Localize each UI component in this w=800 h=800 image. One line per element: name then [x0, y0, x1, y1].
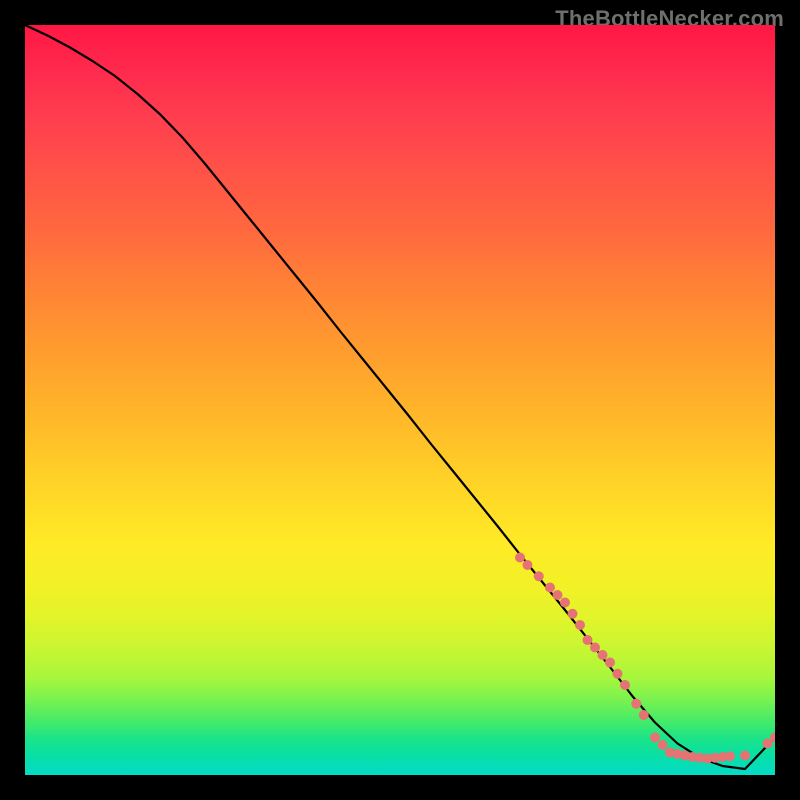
chart-marker — [605, 658, 615, 668]
chart-marker — [560, 598, 570, 608]
chart-marker — [639, 710, 649, 720]
chart-marker — [590, 643, 600, 653]
chart-marker — [568, 609, 578, 619]
chart-curve — [25, 25, 775, 769]
chart-marker — [598, 650, 608, 660]
chart-marker — [613, 669, 623, 679]
chart-marker — [523, 560, 533, 570]
chart-marker — [740, 751, 750, 761]
chart-marker — [725, 751, 735, 761]
chart-marker — [650, 733, 660, 743]
chart-marker — [575, 620, 585, 630]
chart-markers — [515, 553, 775, 764]
chart-marker — [545, 583, 555, 593]
chart-marker — [631, 699, 641, 709]
chart-marker — [583, 635, 593, 645]
chart-marker — [658, 740, 668, 750]
chart-marker — [553, 590, 563, 600]
chart-marker — [620, 680, 630, 690]
chart-svg — [25, 25, 775, 775]
chart-area — [25, 25, 775, 775]
chart-marker — [534, 571, 544, 581]
chart-marker — [515, 553, 525, 563]
